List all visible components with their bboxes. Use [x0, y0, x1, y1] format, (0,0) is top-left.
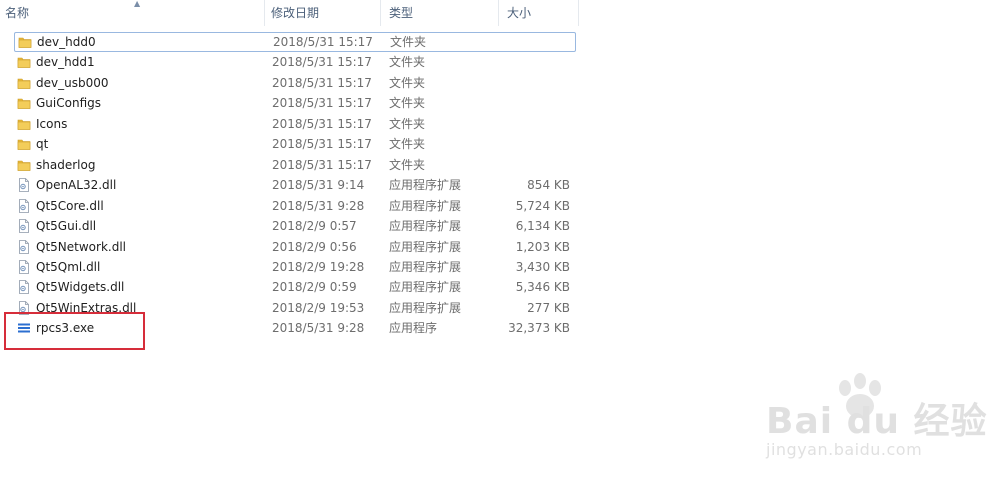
column-divider[interactable]: [380, 0, 381, 26]
column-header-name-label: 名称: [5, 6, 30, 20]
file-name: OpenAL32.dll: [36, 178, 117, 193]
file-modified-date: 2018/5/31 9:28: [272, 198, 365, 213]
file-type: 应用程序扩展: [389, 280, 462, 295]
dll-file-icon: [17, 178, 31, 193]
file-row[interactable]: dev_hdd1 2018/5/31 15:17 文件夹: [14, 52, 574, 72]
dll-file-icon: [17, 239, 31, 254]
file-type: 文件夹: [389, 137, 426, 152]
column-divider[interactable]: [264, 0, 265, 26]
file-type: 应用程序扩展: [389, 259, 462, 274]
column-header-date-label: 修改日期: [271, 6, 320, 20]
watermark: Bai du 经验 jingyan.baidu.com: [760, 372, 1000, 482]
file-type: 文件夹: [389, 55, 426, 70]
file-modified-date: 2018/5/31 15:17: [272, 116, 372, 131]
file-name: GuiConfigs: [36, 96, 101, 111]
file-row[interactable]: dev_usb000 2018/5/31 15:17 文件夹: [14, 73, 574, 93]
column-header-size-label: 大小: [507, 6, 532, 20]
dll-file-icon: [17, 219, 31, 233]
file-type: 应用程序扩展: [389, 300, 462, 315]
dll-file-icon: [17, 198, 31, 213]
column-divider[interactable]: [578, 0, 579, 26]
file-name: dev_hdd1: [36, 55, 95, 70]
file-type: 应用程序扩展: [389, 178, 462, 193]
file-size: 854 KB: [527, 178, 570, 193]
file-size: 1,203 KB: [515, 239, 570, 254]
file-name: dev_usb000: [36, 75, 109, 90]
folder-icon: [17, 117, 31, 131]
file-name: dev_hdd0: [37, 35, 96, 49]
watermark-url: jingyan.baidu.com: [766, 440, 923, 459]
file-modified-date: 2018/5/31 9:28: [272, 321, 365, 336]
file-row[interactable]: shaderlog 2018/5/31 15:17 文件夹: [14, 155, 574, 175]
file-row[interactable]: Qt5Network.dll 2018/2/9 0:56 应用程序扩展 1,203 K…: [14, 237, 574, 257]
column-header-bar: 名称 ▲ 修改日期 类型 大小: [0, 0, 580, 26]
file-name: Qt5Core.dll: [36, 198, 104, 213]
file-name: Qt5Qml.dll: [36, 259, 101, 274]
folder-icon: [17, 76, 31, 90]
file-row[interactable]: GuiConfigs 2018/5/31 15:17 文件夹: [14, 93, 574, 113]
file-name: Qt5Widgets.dll: [36, 280, 125, 295]
file-row[interactable]: Qt5Core.dll 2018/5/31 9:28 应用程序扩展 5,724 KB: [14, 196, 574, 216]
file-name: Qt5Network.dll: [36, 239, 126, 254]
file-modified-date: 2018/2/9 0:56: [272, 239, 357, 254]
folder-icon: [17, 137, 31, 151]
file-type: 应用程序扩展: [389, 239, 462, 254]
file-modified-date: 2018/5/31 15:17: [272, 75, 372, 90]
file-row[interactable]: Qt5Widgets.dll 2018/2/9 0:59 应用程序扩展 5,346 K…: [14, 277, 574, 297]
dll-file-icon: [17, 280, 31, 295]
file-modified-date: 2018/5/31 15:17: [273, 35, 373, 49]
file-row[interactable]: OpenAL32.dll 2018/5/31 9:14 应用程序扩展 854 KB: [14, 175, 574, 195]
file-row[interactable]: Qt5Qml.dll 2018/2/9 19:28 应用程序扩展 3,430 KB: [14, 257, 574, 277]
file-name: Icons: [36, 116, 68, 131]
file-modified-date: 2018/5/31 15:17: [272, 96, 372, 111]
file-modified-date: 2018/2/9 19:53: [272, 300, 365, 315]
file-row[interactable]: Qt5Gui.dll 2018/2/9 0:57 应用程序扩展 6,134 KB: [14, 216, 574, 236]
file-type: 文件夹: [389, 96, 426, 111]
file-row[interactable]: Icons 2018/5/31 15:17 文件夹: [14, 114, 574, 134]
file-type: 文件夹: [390, 35, 427, 49]
file-modified-date: 2018/2/9 0:57: [272, 219, 357, 234]
folder-icon: [17, 55, 31, 69]
file-type: 文件夹: [389, 157, 426, 172]
file-row[interactable]: qt 2018/5/31 15:17 文件夹: [14, 134, 574, 154]
file-modified-date: 2018/2/9 19:28: [272, 259, 365, 274]
watermark-brand: Bai du 经验: [766, 401, 988, 442]
file-name: Qt5Gui.dll: [36, 219, 97, 234]
file-type: 应用程序扩展: [389, 219, 462, 234]
column-header-size[interactable]: 大小: [502, 0, 578, 26]
file-modified-date: 2018/5/31 9:14: [272, 178, 365, 193]
column-header-type[interactable]: 类型: [384, 0, 498, 26]
file-size: 6,134 KB: [515, 219, 570, 234]
dll-file-icon: [17, 260, 31, 274]
column-header-type-label: 类型: [389, 6, 414, 20]
file-modified-date: 2018/2/9 0:59: [272, 280, 357, 295]
column-header-name[interactable]: 名称: [0, 0, 264, 26]
file-row[interactable]: dev_hdd0 2018/5/31 15:17 文件夹: [14, 32, 576, 52]
sort-ascending-icon: ▲: [134, 0, 141, 8]
file-modified-date: 2018/5/31 15:17: [272, 137, 372, 152]
file-type: 应用程序扩展: [389, 198, 462, 213]
folder-icon: [17, 158, 31, 172]
file-type: 应用程序: [389, 321, 438, 336]
file-size: 3,430 KB: [515, 259, 570, 274]
file-modified-date: 2018/5/31 15:17: [272, 157, 372, 172]
file-size: 32,373 KB: [508, 321, 570, 336]
file-name: shaderlog: [36, 157, 96, 172]
column-header-date[interactable]: 修改日期: [266, 0, 380, 26]
highlight-box: [4, 312, 145, 350]
file-size: 277 KB: [527, 300, 570, 315]
folder-icon: [17, 96, 31, 110]
file-type: 文件夹: [389, 75, 426, 90]
file-modified-date: 2018/5/31 15:17: [272, 55, 372, 70]
folder-icon: [18, 35, 32, 49]
column-divider[interactable]: [498, 0, 499, 26]
file-name: qt: [36, 137, 49, 152]
file-size: 5,346 KB: [515, 280, 570, 295]
file-size: 5,724 KB: [515, 198, 570, 213]
file-type: 文件夹: [389, 116, 426, 131]
